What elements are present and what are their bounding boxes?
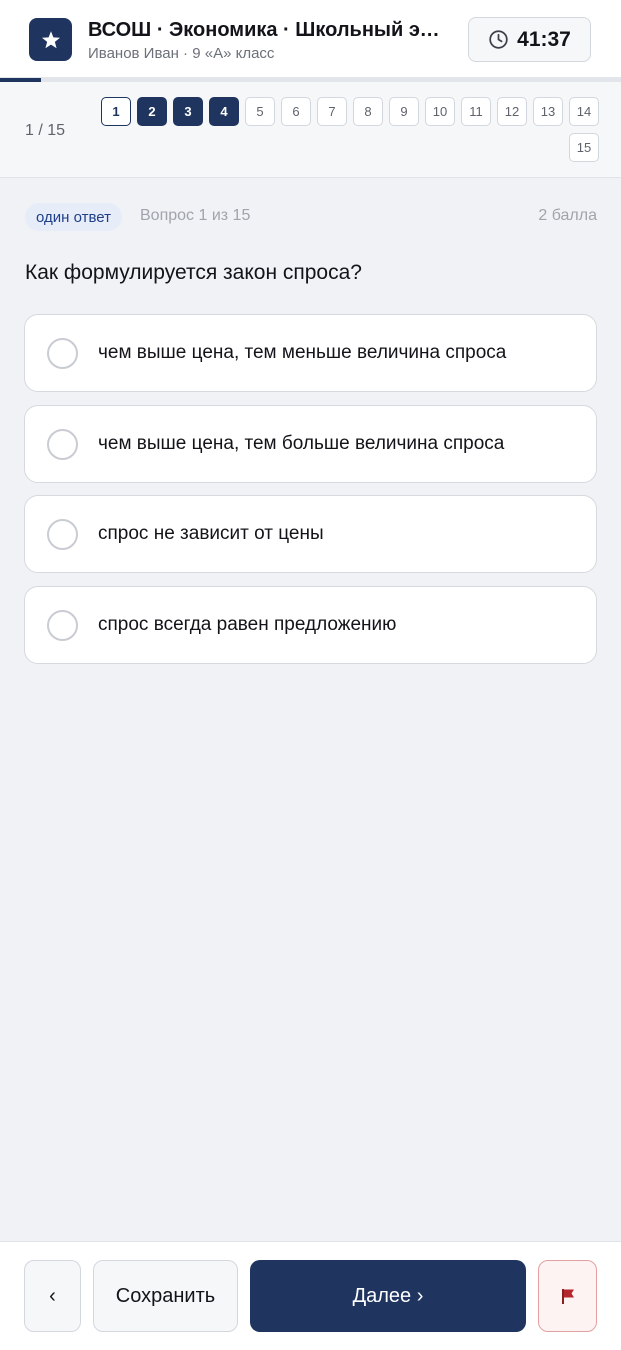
radio-button[interactable] (47, 429, 78, 460)
answer-option[interactable]: чем выше цена, тем больше величина спрос… (24, 405, 597, 483)
question-nav-9[interactable]: 9 (389, 97, 419, 126)
answer-option[interactable]: спрос не зависит от цены (24, 495, 597, 573)
answer-option-label: спрос не зависит от цены (98, 523, 324, 544)
question-nav-12[interactable]: 12 (497, 97, 527, 126)
header: ВСОШ · Экономика · Школьный этап Иванов … (0, 0, 621, 78)
question-nav-3[interactable]: 3 (173, 97, 203, 126)
prev-button[interactable]: ‹ (24, 1260, 81, 1332)
question-nav-7[interactable]: 7 (317, 97, 347, 126)
timer: 41:37 (468, 17, 591, 62)
question-points: 2 балла (538, 207, 597, 224)
question-counter: 1 / 15 (25, 122, 66, 139)
answer-option[interactable]: чем выше цена, тем меньше величина спрос… (24, 314, 597, 392)
bottom-action-bar: ‹ Сохранить Далее › (0, 1241, 621, 1350)
timer-value: 41:37 (517, 27, 571, 51)
question-nav-15[interactable]: 15 (569, 133, 599, 162)
answer-option[interactable]: спрос всегда равен предложению (24, 586, 597, 664)
question-nav-8[interactable]: 8 (353, 97, 383, 126)
question-nav-2[interactable]: 2 (137, 97, 167, 126)
question-nav-4[interactable]: 4 (209, 97, 239, 126)
question-nav-11[interactable]: 11 (461, 97, 491, 126)
question-nav-13[interactable]: 13 (533, 97, 563, 126)
question-number: Вопрос 1 из 15 (140, 207, 251, 224)
question-type-badge: один ответ (25, 203, 122, 231)
question-nav-10[interactable]: 10 (425, 97, 455, 126)
radio-button[interactable] (47, 338, 78, 369)
question-text: Как формулируется закон спроса? (25, 261, 362, 284)
exam-title: ВСОШ · Экономика · Школьный этап (88, 19, 448, 41)
next-button[interactable]: Далее › (250, 1260, 526, 1332)
save-button[interactable]: Сохранить (93, 1260, 238, 1332)
clock-icon (489, 30, 508, 49)
radio-button[interactable] (47, 610, 78, 641)
star-icon (41, 30, 60, 48)
question-grid: 1 2 3 4 5 6 7 8 9 10 11 12 13 14 15 (99, 97, 599, 162)
answer-option-label: чем выше цена, тем больше величина спрос… (98, 433, 505, 454)
question-nav-14[interactable]: 14 (569, 97, 599, 126)
question-nav-5[interactable]: 5 (245, 97, 275, 126)
question-nav-6[interactable]: 6 (281, 97, 311, 126)
flag-icon (561, 1289, 574, 1304)
radio-button[interactable] (47, 519, 78, 550)
question-nav-1[interactable]: 1 (101, 97, 131, 126)
answer-option-label: спрос всегда равен предложению (98, 614, 397, 635)
question-navigator: 1 / 15 1 2 3 4 5 6 7 8 9 10 11 12 13 14 15 (0, 82, 621, 178)
student-info: Иванов Иван · 9 «А» класс (88, 45, 275, 62)
flag-button[interactable] (538, 1260, 597, 1332)
answer-option-label: чем выше цена, тем меньше величина спрос… (98, 342, 507, 363)
logo (29, 18, 72, 61)
